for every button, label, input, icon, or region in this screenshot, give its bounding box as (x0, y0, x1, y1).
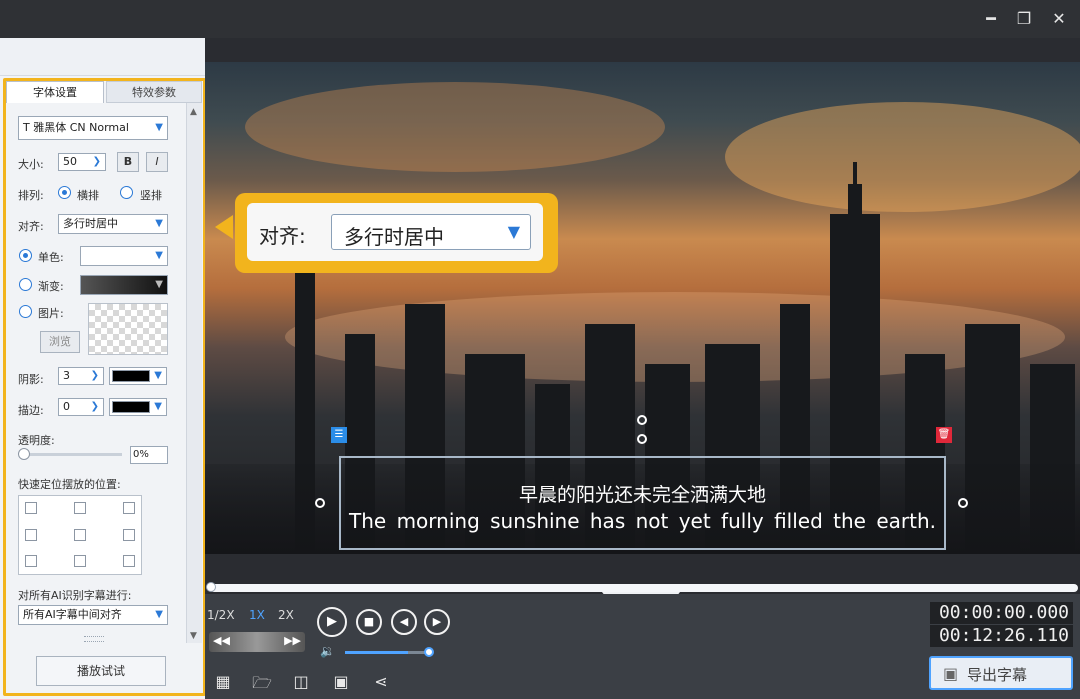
callout-select[interactable]: 多行时居中 ▼ (331, 214, 531, 250)
callout-inner: 对齐: 多行时居中 ▼ (247, 203, 543, 261)
stop-icon[interactable]: ■ (356, 609, 382, 635)
timeline-handle[interactable] (206, 582, 216, 592)
volume-icon[interactable]: 🔉 (320, 644, 335, 658)
folder-open-icon[interactable]: 🗁 (251, 672, 273, 692)
volume-track[interactable] (345, 651, 429, 654)
title-bar: ━ ❐ ✕ (0, 0, 1080, 38)
restore-icon[interactable]: ❐ (1011, 6, 1037, 32)
list-icon[interactable]: ☰ (331, 427, 347, 443)
speed-half[interactable]: 1/2X (207, 608, 235, 622)
export-button[interactable]: ▣ 导出字幕 (929, 656, 1073, 690)
play-icon[interactable]: ▶ (317, 607, 347, 637)
minimize-icon[interactable]: ━ (978, 6, 1004, 32)
timeline-progress[interactable] (210, 584, 1078, 592)
highlight-frame (3, 78, 206, 696)
total-time: 00:12:26.110 (930, 625, 1073, 647)
subtitle-list-icon[interactable]: ▦ (212, 672, 234, 692)
save-icon[interactable]: ◫ (290, 672, 312, 692)
volume-handle[interactable] (424, 647, 434, 657)
align-callout: 对齐: 多行时居中 ▼ (235, 193, 558, 273)
save-as-icon[interactable]: ▣ (330, 672, 352, 692)
fast-forward-icon[interactable]: ▶▶ (284, 634, 301, 647)
cloud (725, 102, 1080, 212)
export-label: 导出字幕 (967, 666, 1028, 684)
callout-label: 对齐: (259, 224, 306, 248)
chevron-down-icon: ▼ (507, 222, 520, 241)
jog-wheel[interactable]: ◀◀ ▶▶ (209, 632, 305, 652)
share-icon[interactable]: ⋖ (370, 672, 392, 692)
top-resize-handle[interactable] (637, 434, 647, 444)
speed-1x[interactable]: 1X (249, 608, 265, 622)
subtitle-line-cn: 早晨的阳光还未完全洒满大地 (518, 484, 766, 506)
rewind-icon[interactable]: ◀◀ (213, 634, 230, 647)
current-time: 00:00:00.000 (930, 602, 1073, 624)
panel-header (0, 38, 205, 76)
close-icon[interactable]: ✕ (1046, 6, 1072, 32)
right-resize-handle[interactable] (958, 498, 968, 508)
prev-frame-icon[interactable]: ◀ (391, 609, 417, 635)
callout-pointer (215, 215, 233, 239)
rotate-handle[interactable] (637, 415, 647, 425)
speed-selector: 1/2X 1X 2X (205, 604, 305, 628)
next-frame-icon[interactable]: ▶ (424, 609, 450, 635)
callout-select-value: 多行时居中 (344, 225, 444, 249)
cloud (245, 82, 665, 172)
speed-2x[interactable]: 2X (278, 608, 294, 622)
subtitle-line-en: The morning sunshine has not yet fully f… (349, 509, 936, 533)
delete-icon[interactable]: 🗑 (936, 427, 952, 443)
export-icon: ▣ (943, 664, 959, 683)
volume-fill (345, 651, 408, 654)
left-resize-handle[interactable] (315, 498, 325, 508)
